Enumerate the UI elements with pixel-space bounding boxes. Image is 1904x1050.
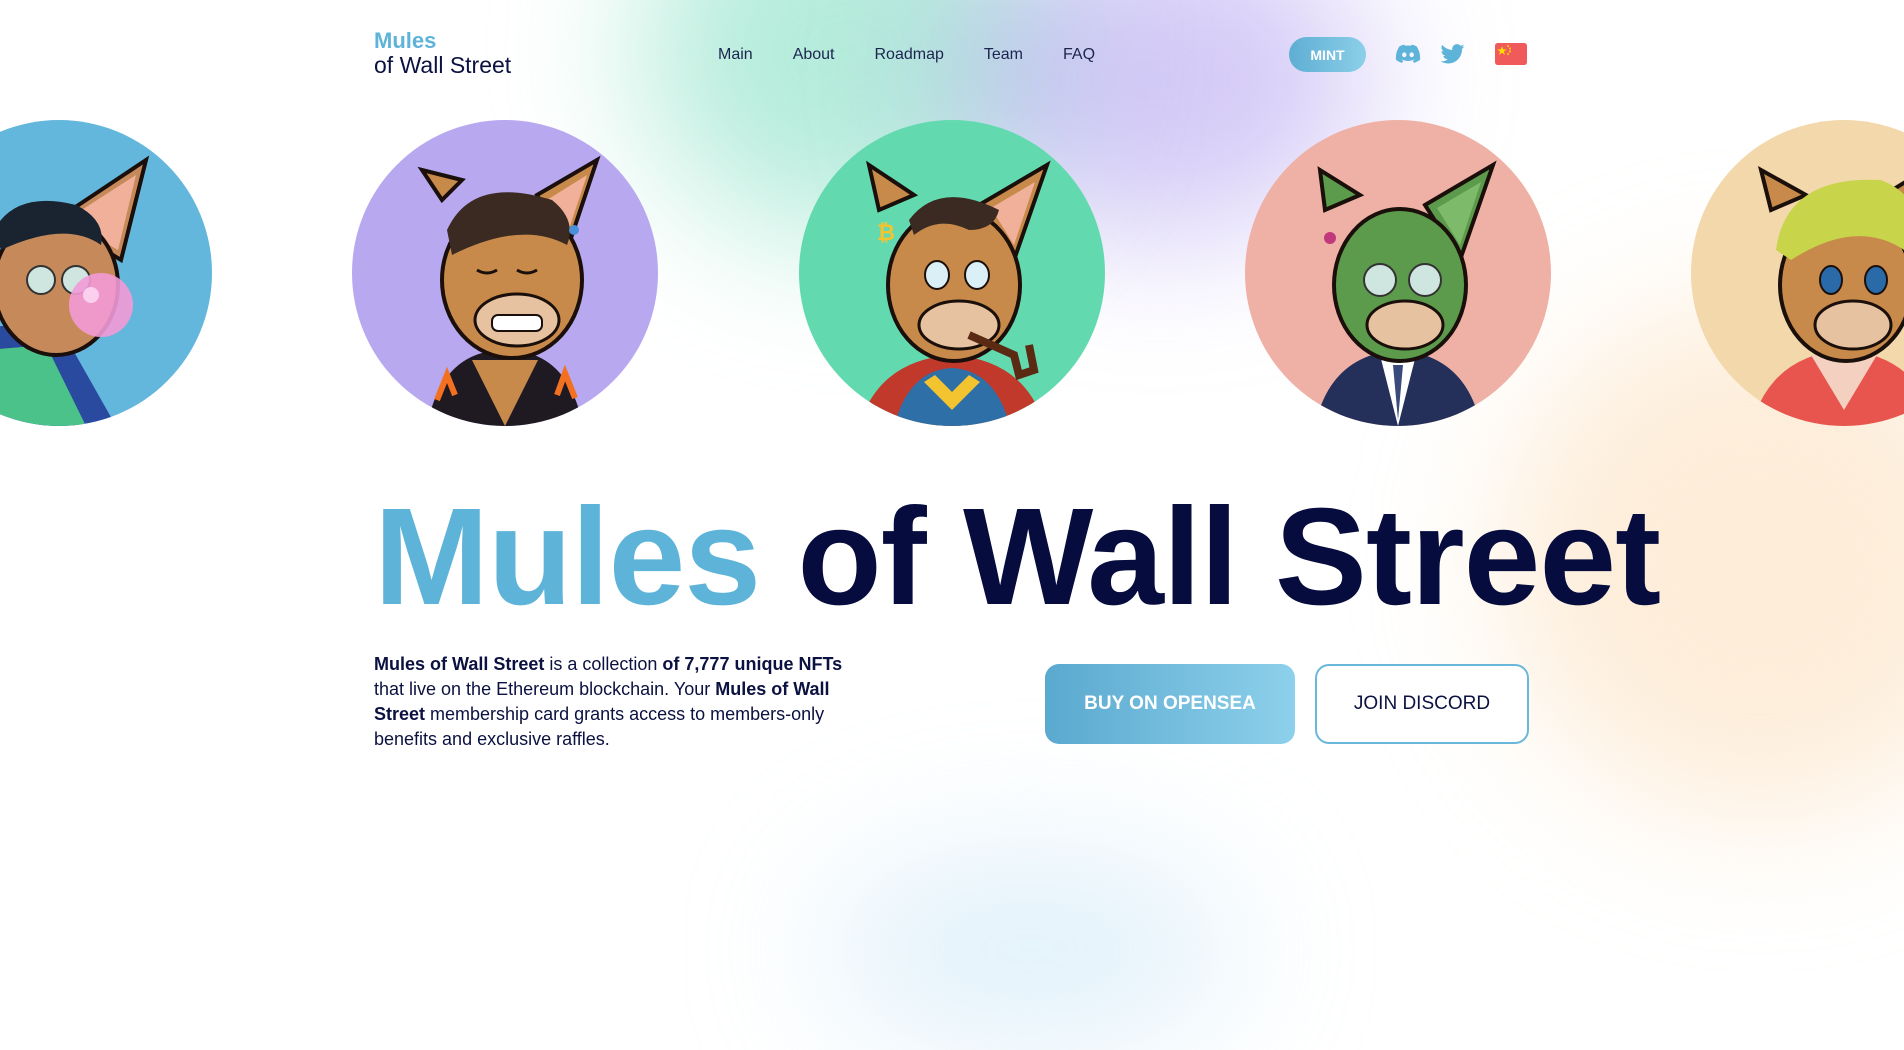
- desc-highlight: of 7,777 unique NFTs: [662, 654, 843, 674]
- avatar-mule-superhero-pipe: ₿: [799, 120, 1105, 426]
- nav-about[interactable]: About: [793, 46, 835, 64]
- desc-text: that live on the Ethereum blockchain. Yo…: [374, 679, 716, 699]
- hero-description: Mules of Wall Street is a collection of …: [374, 652, 864, 752]
- hero-title-rest: of Wall Street: [797, 480, 1661, 634]
- hero-title-mules: Mules: [374, 480, 761, 634]
- hero-title: Mules of Wall Street: [374, 488, 1661, 626]
- nav-team[interactable]: Team: [984, 46, 1023, 64]
- avatar-mule-bubblegum: [0, 120, 212, 426]
- main-nav: Main About Roadmap Team FAQ: [718, 46, 1095, 64]
- avatar-mule-smiling: [352, 120, 658, 426]
- svg-text:₿: ₿: [877, 221, 895, 246]
- nav-roadmap[interactable]: Roadmap: [875, 46, 944, 64]
- avatar-carousel: ₿: [0, 120, 1904, 426]
- mint-button[interactable]: MINT: [1289, 37, 1366, 72]
- site-logo[interactable]: Mules of Wall Street: [374, 30, 511, 77]
- buy-on-opensea-button[interactable]: BUY ON OPENSEA: [1045, 664, 1295, 744]
- discord-icon[interactable]: [1395, 44, 1421, 68]
- nav-faq[interactable]: FAQ: [1063, 46, 1095, 64]
- desc-brand: Mules of Wall Street: [374, 654, 545, 674]
- desc-text: membership card grants access to members…: [374, 704, 825, 749]
- nav-main[interactable]: Main: [718, 46, 753, 64]
- logo-line-1: Mules: [374, 28, 437, 53]
- join-discord-button[interactable]: JOIN DISCORD: [1315, 664, 1529, 744]
- twitter-icon[interactable]: [1440, 44, 1465, 68]
- avatar-mule-green-suit: [1245, 120, 1551, 426]
- logo-line-2: of Wall Street: [374, 52, 512, 78]
- site-header: Mules of Wall Street Main About Roadmap …: [0, 0, 1904, 110]
- desc-text: is a collection: [544, 654, 663, 674]
- avatar-mule-blonde-robe: [1691, 120, 1904, 426]
- china-flag-icon[interactable]: [1495, 43, 1527, 65]
